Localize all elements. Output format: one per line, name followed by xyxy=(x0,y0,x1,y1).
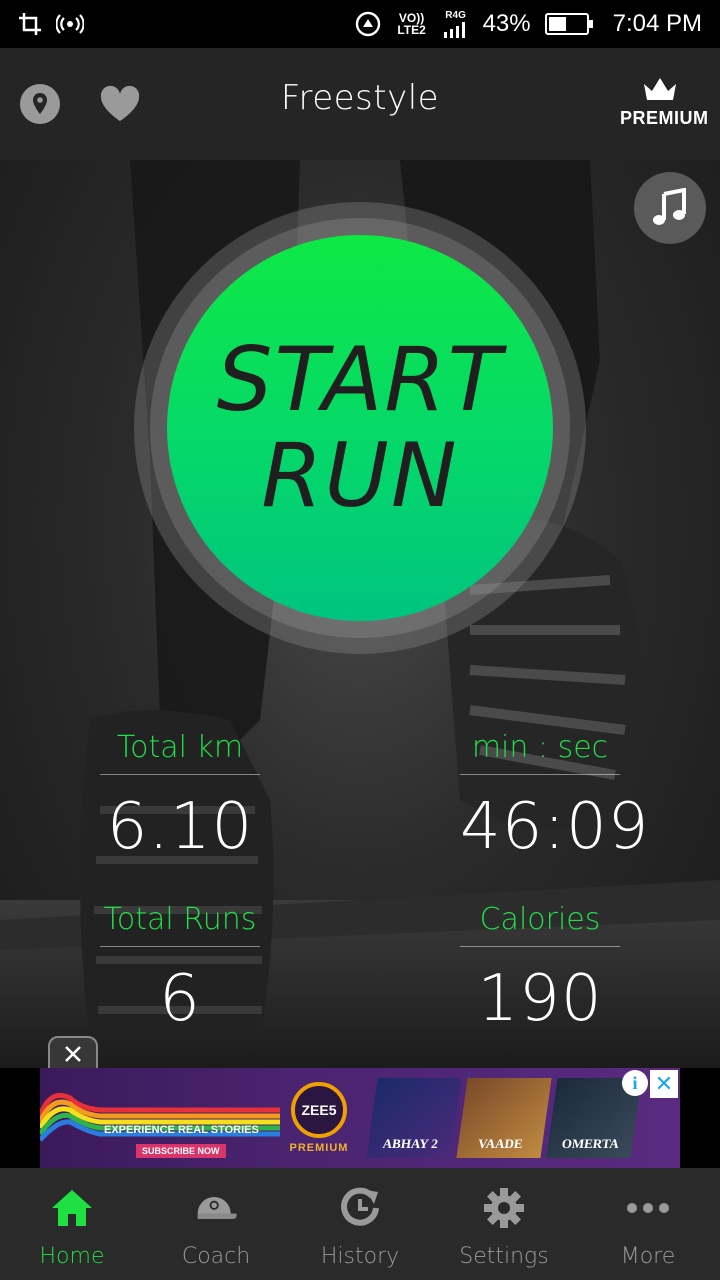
ad-poster-title: ABHAY 2 xyxy=(381,1136,439,1151)
battery-icon xyxy=(544,13,593,35)
ad-poster-title: OMERTA xyxy=(560,1136,621,1151)
status-bar: VO)) LTE2 R4G 43% 7:04 PM xyxy=(0,0,720,48)
clock: 7:04 PM xyxy=(612,10,702,37)
stat-total-runs-label: Total Runs xyxy=(103,902,257,937)
nav-more-label: More xyxy=(620,1244,676,1269)
stat-total-km-value: 6.10 xyxy=(106,790,254,864)
coach-cap-icon xyxy=(194,1186,238,1230)
premium-label: PREMIUM xyxy=(620,108,709,128)
wifi-calling-icon xyxy=(355,11,380,37)
cell-signal: R4G xyxy=(443,10,469,38)
stat-calories-value: 190 xyxy=(477,962,603,1036)
stat-total-km: Total km 6.10 xyxy=(100,726,260,867)
run-dashboard: START RUN Total km 6.10 min : sec 46:09 … xyxy=(0,160,720,1068)
history-icon xyxy=(338,1186,382,1230)
nav-coach-label: Coach xyxy=(181,1244,251,1269)
network-label: R4G xyxy=(445,10,466,21)
music-button[interactable] xyxy=(634,172,706,244)
ad-poster: VAADE xyxy=(456,1078,552,1158)
hotspot-icon xyxy=(56,14,84,34)
ad-brand-sub: PREMIUM xyxy=(289,1142,349,1154)
divider xyxy=(100,946,260,947)
divider xyxy=(460,774,620,775)
nav-home-label: Home xyxy=(39,1244,105,1269)
stat-duration-value: 46:09 xyxy=(460,790,650,864)
divider xyxy=(460,946,620,947)
battery-percent: 43% xyxy=(482,10,531,37)
nav-history[interactable]: History xyxy=(288,1168,432,1280)
stat-duration-label: min : sec xyxy=(471,730,609,765)
nav-home[interactable]: Home xyxy=(0,1168,144,1280)
bottom-navigation: Home Coach History Settings More xyxy=(0,1168,720,1280)
zee5-logo: ZEE5 xyxy=(291,1082,347,1138)
nav-history-label: History xyxy=(320,1244,400,1269)
page-title: Freestyle xyxy=(280,78,440,118)
stat-total-runs-value: 6 xyxy=(159,962,201,1036)
home-icon xyxy=(50,1186,94,1230)
ad-poster-title: VAADE xyxy=(477,1136,524,1151)
ad-tagline: EXPERIENCE REAL STORIES xyxy=(104,1124,259,1136)
nav-settings[interactable]: Settings xyxy=(432,1168,576,1280)
nav-more[interactable]: More xyxy=(576,1168,720,1280)
music-note-icon xyxy=(653,188,686,225)
close-icon xyxy=(65,1046,81,1062)
ad-creative[interactable]: EXPERIENCE REAL STORIES SUBSCRIBE NOW ZE… xyxy=(40,1068,680,1168)
stat-total-km-label: Total km xyxy=(116,730,244,765)
start-run-label-line1: START xyxy=(216,328,504,431)
more-dots-icon xyxy=(626,1186,670,1230)
stat-duration: min : sec 46:09 xyxy=(460,726,650,867)
nav-settings-label: Settings xyxy=(459,1244,549,1269)
stat-calories-label: Calories xyxy=(479,902,601,937)
premium-button[interactable]: PREMIUM xyxy=(620,76,709,129)
ad-close-icon[interactable]: ✕ xyxy=(650,1070,678,1098)
ad-info-icon[interactable]: i xyxy=(622,1070,648,1096)
battery-level xyxy=(548,17,566,31)
stat-total-runs: Total Runs 6 xyxy=(100,898,260,1039)
ad-poster: ABHAY 2 xyxy=(366,1078,462,1158)
start-run-label-line2: RUN xyxy=(261,424,459,527)
ad-banner[interactable]: EXPERIENCE REAL STORIES SUBSCRIBE NOW ZE… xyxy=(0,1068,720,1168)
nav-coach[interactable]: Coach xyxy=(144,1168,288,1280)
screenshot-crop-icon xyxy=(19,13,41,35)
signal-label: VO)) LTE2 xyxy=(397,11,426,37)
start-run-button[interactable]: START RUN xyxy=(167,235,553,621)
crown-icon xyxy=(644,78,676,100)
gear-icon xyxy=(482,1186,526,1230)
ad-dismiss-tab[interactable] xyxy=(48,1036,98,1068)
ad-cta[interactable]: SUBSCRIBE NOW xyxy=(136,1144,226,1158)
stat-calories: Calories 190 xyxy=(460,898,620,1039)
ad-brand: ZEE5 PREMIUM xyxy=(274,1082,364,1154)
signal-bars-icon xyxy=(443,22,465,38)
divider xyxy=(100,774,260,775)
app-bar: Freestyle PREMIUM xyxy=(0,48,720,160)
